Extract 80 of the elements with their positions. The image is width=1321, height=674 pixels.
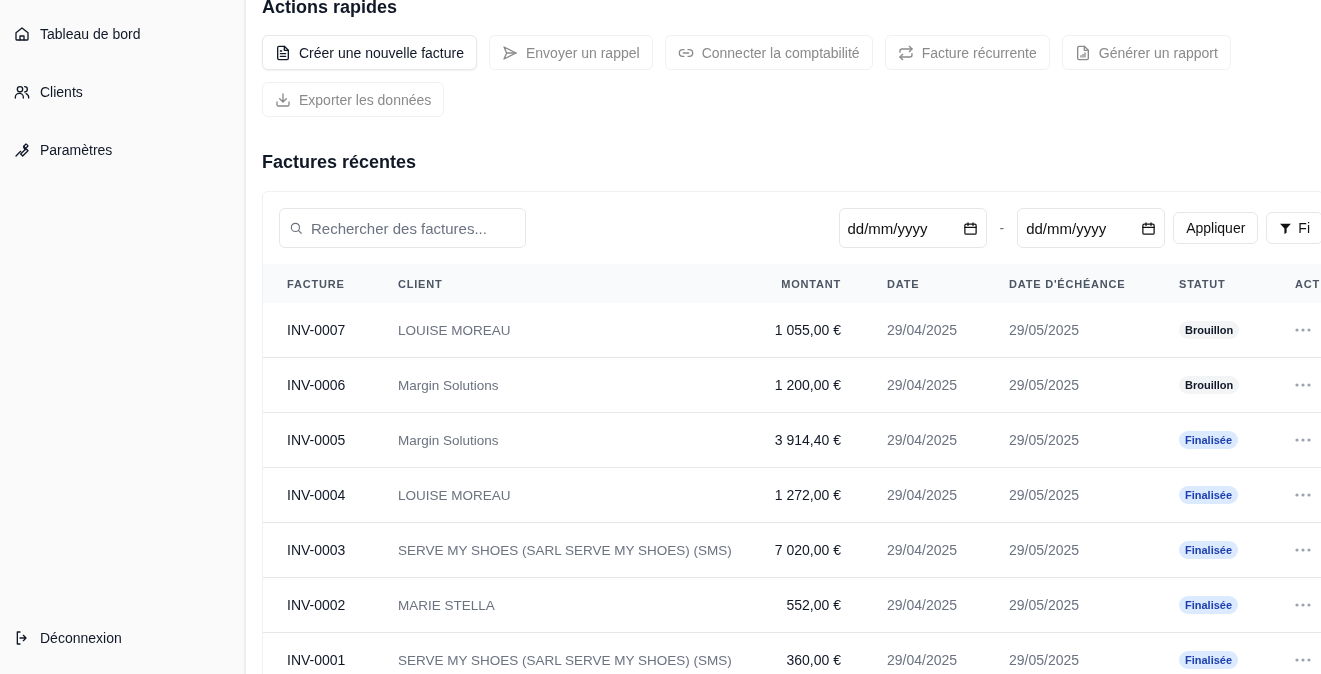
download-icon: [275, 91, 291, 108]
invoice-date: 29/04/2025: [887, 432, 959, 448]
report-icon: [1074, 44, 1091, 61]
status-badge: Finalisée: [1179, 541, 1239, 559]
amount: 3 914,40 €: [773, 432, 842, 448]
status-badge: Brouillon: [1179, 321, 1240, 339]
date-field[interactable]: dd/mm/yyyy: [838, 208, 987, 248]
users-icon: [14, 84, 30, 100]
due-date: 29/05/2025: [1009, 597, 1081, 613]
column-header: ACT: [1295, 277, 1321, 290]
status-badge: Finalisée: [1179, 596, 1239, 614]
due-date: 29/05/2025: [1009, 432, 1081, 448]
logout-link[interactable]: Déconnexion: [0, 626, 244, 650]
sidebar-item[interactable]: Paramètres: [0, 138, 244, 162]
column-header: DATE: [887, 277, 921, 290]
client-name: SERVE MY SHOES (SARL SERVE MY SHOES) (SMS): [398, 542, 733, 558]
section-title: Factures récentes: [262, 153, 418, 171]
client-name: Margin Solutions: [398, 377, 500, 393]
document-icon: [275, 44, 291, 61]
invoice-number: INV-0001: [287, 652, 347, 668]
invoice-number: INV-0006: [287, 377, 347, 393]
invoice-date: 29/04/2025: [887, 487, 959, 503]
search-icon: [289, 221, 303, 235]
status-badge: Finalisée: [1179, 651, 1239, 669]
invoice-date: 29/04/2025: [887, 542, 959, 558]
client-name: LOUISE MOREAU: [398, 322, 512, 338]
more-icon[interactable]: [1295, 328, 1311, 332]
due-date: 29/05/2025: [1009, 487, 1081, 503]
invoice-number: INV-0005: [287, 432, 347, 448]
client-name: LOUISE MOREAU: [398, 487, 512, 503]
repeat-icon: [897, 44, 914, 61]
invoice-date: 29/04/2025: [887, 597, 959, 613]
sidebar-item[interactable]: Clients: [0, 80, 244, 104]
client-name: Margin Solutions: [398, 432, 500, 448]
home-icon: [14, 26, 30, 42]
status-badge: Finalisée: [1179, 486, 1239, 504]
client-name: SERVE MY SHOES (SARL SERVE MY SHOES) (SMS): [398, 652, 733, 668]
date-field[interactable]: dd/mm/yyyy: [1017, 208, 1166, 248]
column-header: DATE D'ÉCHÉANCE: [1009, 277, 1127, 290]
status-badge: Brouillon: [1179, 376, 1240, 394]
amount: 360,00 €: [785, 652, 842, 668]
more-icon[interactable]: [1295, 438, 1311, 442]
calendar-icon: [962, 220, 978, 236]
column-header: CLIENT: [398, 277, 444, 290]
due-date: 29/05/2025: [1009, 542, 1081, 558]
filter-button[interactable]: Fi: [1266, 212, 1321, 244]
status-badge: Finalisée: [1179, 431, 1239, 449]
amount: 1 272,00 €: [773, 487, 842, 503]
due-date: 29/05/2025: [1009, 322, 1081, 338]
column-header: MONTANT: [780, 277, 842, 290]
amount: 1 055,00 €: [773, 322, 842, 338]
amount: 1 200,00 €: [773, 377, 842, 393]
due-date: 29/05/2025: [1009, 377, 1081, 393]
action-button[interactable]: Créer une nouvelle facture: [262, 35, 477, 70]
due-date: 29/05/2025: [1009, 652, 1081, 668]
column-header: FACTURE: [287, 277, 346, 290]
amount: 552,00 €: [785, 597, 842, 613]
more-icon[interactable]: [1295, 658, 1311, 662]
client-name: MARIE STELLA: [398, 597, 496, 613]
invoice-number: INV-0002: [287, 597, 347, 613]
section-title: Actions rapides: [262, 0, 399, 16]
more-icon[interactable]: [1295, 548, 1311, 552]
invoice-date: 29/04/2025: [887, 377, 959, 393]
invoice-number: INV-0007: [287, 322, 347, 338]
invoice-date: 29/04/2025: [887, 322, 959, 338]
invoice-date: 29/04/2025: [887, 652, 959, 668]
send-icon: [502, 44, 518, 61]
apply-button[interactable]: Appliquer: [1173, 212, 1259, 244]
invoice-number: INV-0004: [287, 487, 347, 503]
sidebar-item[interactable]: Tableau de bord: [0, 22, 244, 46]
filter-icon: [1279, 221, 1293, 235]
more-icon[interactable]: [1295, 493, 1311, 497]
date-separator: -: [998, 220, 1006, 236]
invoice-number: INV-0003: [287, 542, 347, 558]
amount: 7 020,00 €: [773, 542, 842, 558]
search-field[interactable]: Rechercher des factures...: [279, 208, 526, 248]
column-header: STATUT: [1179, 277, 1227, 290]
calendar-icon: [1141, 220, 1157, 236]
more-icon[interactable]: [1295, 603, 1311, 607]
more-icon[interactable]: [1295, 383, 1311, 387]
